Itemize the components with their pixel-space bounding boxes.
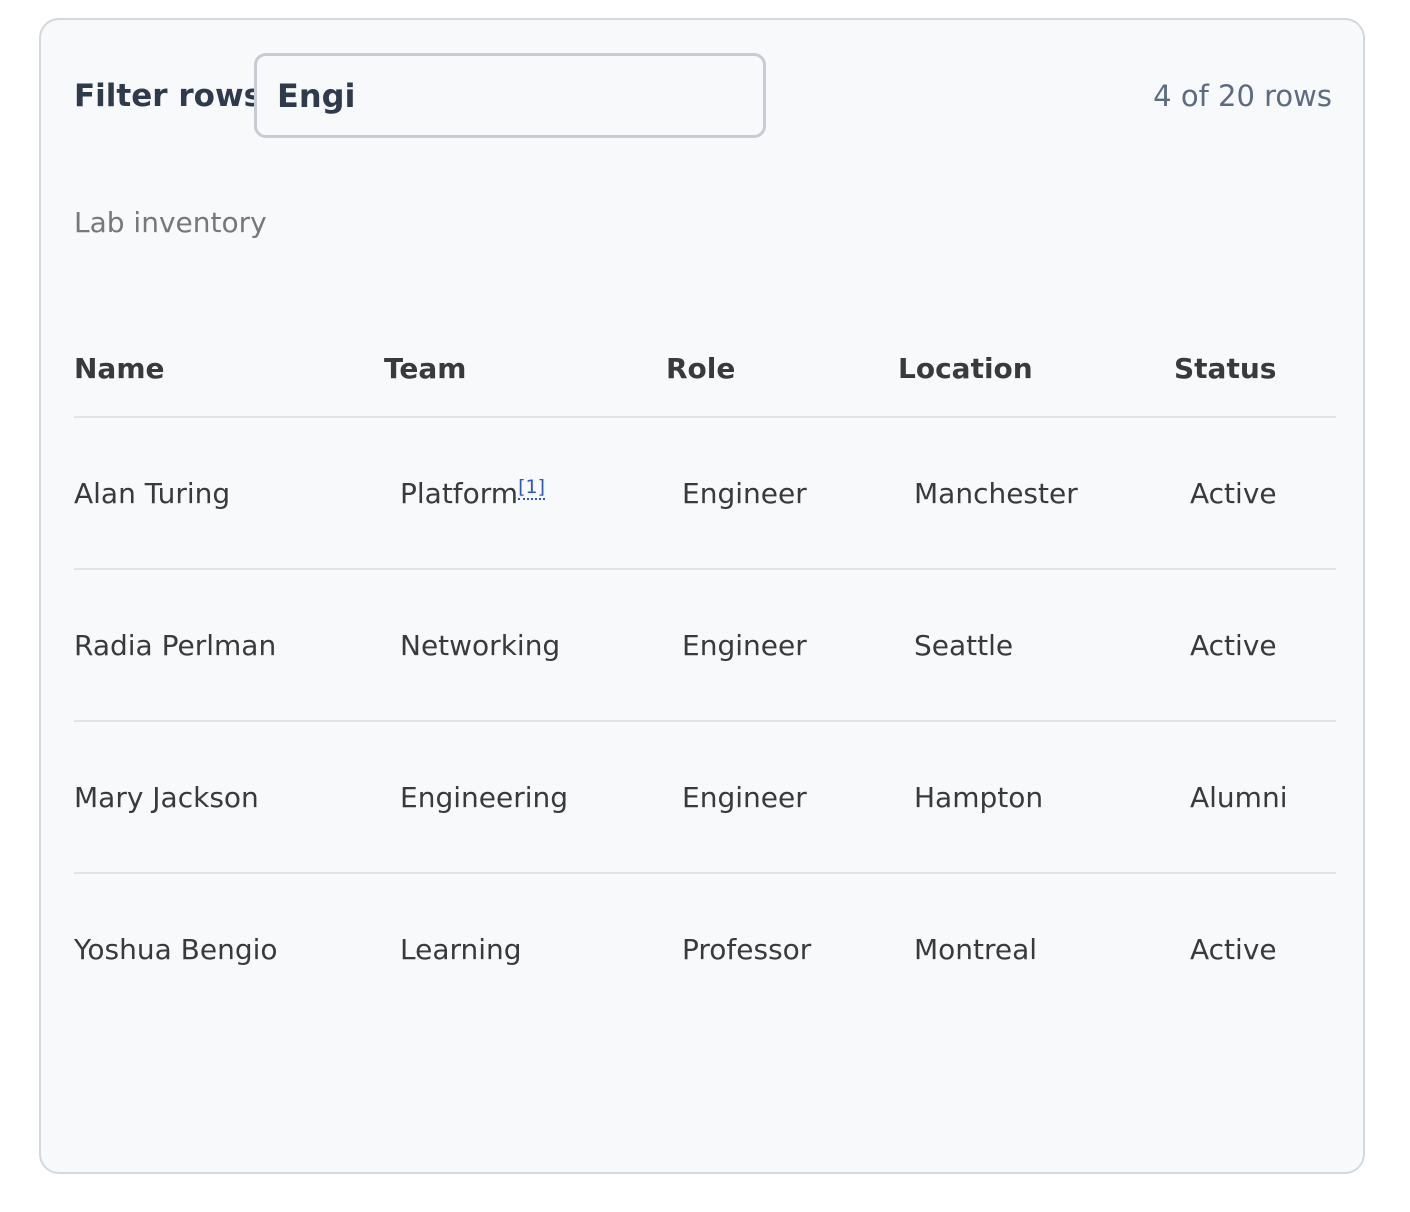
cell-team: Engineering [384, 721, 666, 874]
cell-status: Active [1190, 932, 1277, 966]
table-caption: Lab inventory [74, 206, 267, 239]
cell-team-text: Platform [400, 476, 519, 510]
table-row: Yoshua Bengio Learning Professor Montrea… [74, 873, 1336, 1024]
table-card: Filter rows 4 of 20 rows Lab inventory N… [39, 18, 1365, 1174]
table-row: Radia Perlman Networking Engineer Seattl… [74, 569, 1336, 722]
cell-status: Active [1174, 417, 1336, 570]
cell-name: Yoshua Bengio [74, 932, 278, 966]
cell-role: Engineer [666, 721, 898, 874]
column-header-team: Team [384, 320, 666, 418]
cell-status: Alumni [1174, 721, 1336, 874]
footnote-link[interactable]: [1] [518, 475, 546, 500]
column-header-name: Name [74, 320, 384, 418]
cell-team: Platform[1] [384, 417, 666, 570]
column-header-location: Location [898, 320, 1174, 418]
header-row: Name Team Role Location Status [74, 320, 1336, 418]
filter-input[interactable] [254, 53, 766, 138]
column-header-role: Role [666, 320, 898, 418]
cell-name: Radia Perlman [74, 569, 384, 722]
cell-name: Alan Turing [74, 417, 384, 570]
filter-label: Filter rows [74, 78, 263, 114]
cell-name: Mary Jackson [74, 721, 384, 874]
cell-role: Engineer [666, 417, 898, 570]
cell-location: Manchester [898, 417, 1174, 570]
table-row: Alan Turing Platform[1] Engineer Manches… [74, 417, 1336, 570]
cell-role: Professor [682, 932, 812, 966]
row-count: 4 of 20 rows [1153, 79, 1332, 113]
cell-location: Seattle [898, 569, 1174, 722]
column-header-status: Status [1174, 320, 1336, 418]
cell-location: Montreal [914, 932, 1038, 966]
table-row: Mary Jackson Engineering Engineer Hampto… [74, 721, 1336, 874]
inventory-table: Name Team Role Location Status Alan Turi… [74, 320, 1336, 1024]
cell-role: Engineer [666, 569, 898, 722]
cell-location: Hampton [898, 721, 1174, 874]
cell-status: Active [1174, 569, 1336, 722]
cell-team: Learning [400, 932, 522, 966]
cell-team: Networking [384, 569, 666, 722]
